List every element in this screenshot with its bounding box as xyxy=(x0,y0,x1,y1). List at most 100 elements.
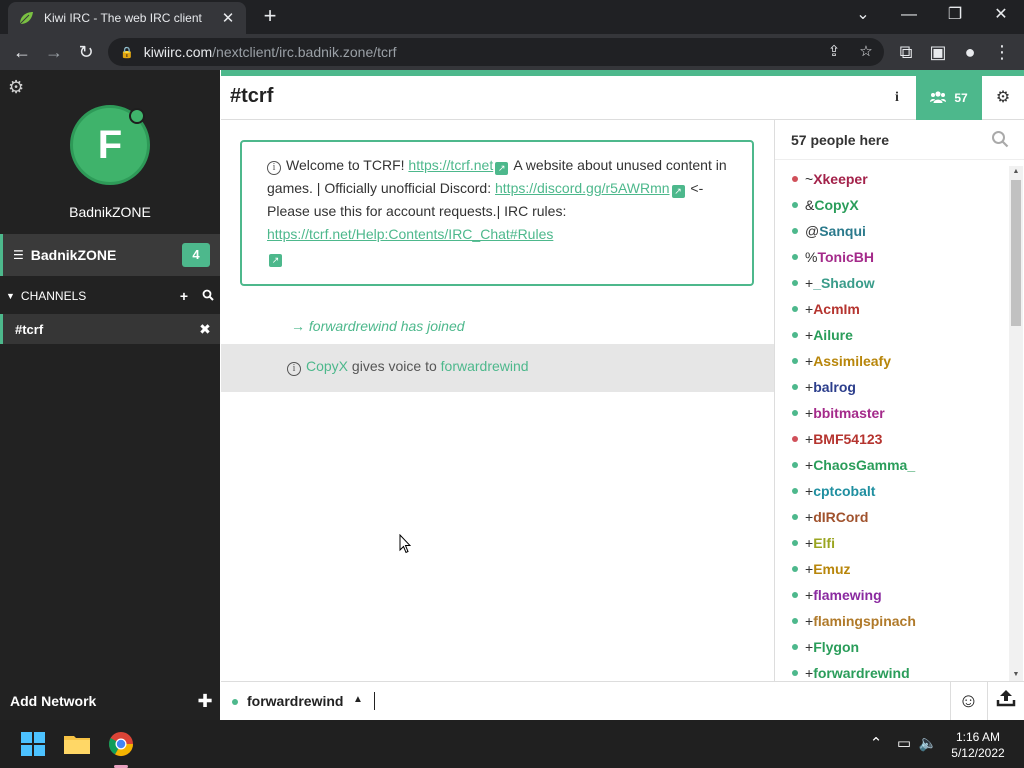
user-nick[interactable]: Xkeeper xyxy=(813,171,867,187)
list-item[interactable]: ~ Xkeeper xyxy=(775,166,1007,192)
list-item[interactable]: % TonicBH xyxy=(775,244,1007,270)
list-item[interactable]: + ChaosGamma_ xyxy=(775,452,1007,478)
reload-icon[interactable]: ↻ xyxy=(72,38,100,66)
windows-start-icon[interactable] xyxy=(17,728,49,760)
tab-close-icon[interactable]: ✕ xyxy=(220,9,236,27)
channels-header[interactable]: ▼ CHANNELS + xyxy=(0,282,220,310)
list-item[interactable]: + cptcobalt xyxy=(775,478,1007,504)
user-nick[interactable]: Assimileafy xyxy=(813,353,891,369)
scroll-up-icon[interactable]: ▲ xyxy=(1009,166,1023,178)
message-input[interactable] xyxy=(374,692,375,710)
user-nick[interactable]: Emuz xyxy=(813,561,850,577)
user-nick[interactable]: Flygon xyxy=(813,639,859,655)
user-nick[interactable]: forwardrewind xyxy=(813,665,909,681)
list-item[interactable]: + AcmIm xyxy=(775,296,1007,322)
user-nick[interactable]: dIRCord xyxy=(813,509,868,525)
address-bar[interactable]: 🔒 kiwiirc.com/nextclient/irc.badnik.zone… xyxy=(108,38,884,66)
list-item[interactable]: & CopyX xyxy=(775,192,1007,218)
user-nick[interactable]: cptcobalt xyxy=(813,483,875,499)
network-icon[interactable]: ▭ xyxy=(893,734,915,752)
status-dot xyxy=(792,514,798,520)
nick-link[interactable]: forwardrewind xyxy=(441,358,529,374)
list-item[interactable]: + Ailure xyxy=(775,322,1007,348)
user-nick[interactable]: flamingspinach xyxy=(813,613,916,629)
list-item[interactable]: + flamingspinach xyxy=(775,608,1007,634)
topic-link-discord[interactable]: https://discord.gg/r5AWRmn xyxy=(495,180,670,196)
minimize-button[interactable]: — xyxy=(886,0,932,32)
user-nick[interactable]: bbitmaster xyxy=(813,405,885,421)
search-channel-icon[interactable] xyxy=(196,288,220,304)
bookmark-star-icon[interactable]: ☆ xyxy=(854,42,878,62)
user-nick[interactable]: Elfi xyxy=(813,535,835,551)
menu-icon[interactable]: ⋮ xyxy=(988,38,1016,66)
chrome-icon[interactable] xyxy=(105,728,137,760)
add-channel-icon[interactable]: + xyxy=(172,288,196,304)
restore-button[interactable]: ❐ xyxy=(932,0,978,32)
user-nick[interactable]: ChaosGamma_ xyxy=(813,457,915,473)
sidebar-network-item[interactable]: ☰ BadnikZONE 4 xyxy=(0,234,220,276)
user-nick[interactable]: flamewing xyxy=(813,587,881,603)
emoji-icon[interactable]: ☺ xyxy=(950,682,986,721)
profile-icon[interactable]: ● xyxy=(956,38,984,66)
user-nick[interactable]: Ailure xyxy=(813,327,853,343)
kiwi-irc-app: ⚙ F BadnikZONE ☰ BadnikZONE 4 ▼ CHANNELS… xyxy=(0,70,1024,721)
sidebar-item-tcrf[interactable]: #tcrf ✖ xyxy=(0,314,220,344)
user-nick[interactable]: CopyX xyxy=(814,197,858,213)
scrollbar[interactable]: ▲ ▼ xyxy=(1009,166,1023,681)
close-window-button[interactable]: ✕ xyxy=(978,0,1024,32)
nick-link[interactable]: CopyX xyxy=(306,358,348,374)
list-item[interactable]: + flamewing xyxy=(775,582,1007,608)
user-nick[interactable]: BMF54123 xyxy=(813,431,882,447)
browser-tab[interactable]: Kiwi IRC - The web IRC client ✕ xyxy=(8,2,246,34)
external-link-icon[interactable]: ↗ xyxy=(495,162,509,175)
users-icon xyxy=(930,90,947,106)
list-item[interactable]: + dIRCord xyxy=(775,504,1007,530)
topic-link-tcrf[interactable]: https://tcrf.net xyxy=(408,157,493,173)
search-icon[interactable] xyxy=(991,130,1011,150)
user-nick[interactable]: _Shadow xyxy=(813,275,874,291)
list-item[interactable]: + forwardrewind xyxy=(775,660,1007,681)
volume-icon[interactable]: 🔈 xyxy=(917,734,939,752)
tab-title: Kiwi IRC - The web IRC client xyxy=(44,11,202,25)
forward-icon[interactable]: → xyxy=(40,38,68,66)
user-nick[interactable]: TonicBH xyxy=(817,249,874,265)
list-item[interactable]: + bbitmaster xyxy=(775,400,1007,426)
list-item[interactable]: + Emuz xyxy=(775,556,1007,582)
upload-icon[interactable] xyxy=(987,682,1024,721)
external-link-icon[interactable]: ↗ xyxy=(269,254,282,267)
settings-gear-icon[interactable]: ⚙ xyxy=(8,78,26,96)
user-nick[interactable]: Sanqui xyxy=(819,223,866,239)
list-item[interactable]: + balrog xyxy=(775,374,1007,400)
list-item[interactable]: + Elfi xyxy=(775,530,1007,556)
status-dot xyxy=(792,358,798,364)
scroll-thumb[interactable] xyxy=(1011,180,1021,326)
external-link-icon[interactable]: ↗ xyxy=(671,185,685,198)
scroll-down-icon[interactable]: ▼ xyxy=(1009,669,1023,681)
user-nick[interactable]: balrog xyxy=(813,379,856,395)
add-network-button[interactable]: Add Network ✚ xyxy=(0,682,220,720)
list-item[interactable]: + BMF54123 xyxy=(775,426,1007,452)
topic-link-rules[interactable]: https://tcrf.net/Help:Contents/IRC_Chat#… xyxy=(267,226,553,242)
taskbar-clock[interactable]: 1:16 AM 5/12/2022 xyxy=(938,729,1018,761)
caret-up-icon[interactable]: ▲ xyxy=(353,694,363,705)
new-tab-button[interactable]: + xyxy=(258,4,282,28)
status-dot xyxy=(792,462,798,468)
chevron-up-icon[interactable]: ⌃ xyxy=(865,734,887,752)
back-icon[interactable]: ← xyxy=(8,38,36,66)
tab-search-icon[interactable]: ⌄ xyxy=(840,0,886,32)
nicklist-toggle-button[interactable]: 57 xyxy=(916,76,982,120)
sidepanel-icon[interactable]: ▣ xyxy=(924,38,952,66)
list-item[interactable]: + Assimileafy xyxy=(775,348,1007,374)
extensions-icon[interactable]: ⧉ xyxy=(892,38,920,66)
file-explorer-icon[interactable] xyxy=(61,728,93,760)
status-dot xyxy=(792,254,798,260)
list-item[interactable]: @ Sanqui xyxy=(775,218,1007,244)
close-channel-icon[interactable]: ✖ xyxy=(190,321,220,338)
list-item[interactable]: + Flygon xyxy=(775,634,1007,660)
user-nick[interactable]: AcmIm xyxy=(813,301,860,317)
channel-settings-icon[interactable]: ⚙ xyxy=(983,76,1023,120)
channel-info-icon[interactable]: i xyxy=(881,76,913,120)
current-nick[interactable]: forwardrewind xyxy=(247,693,343,709)
share-icon[interactable]: ⇪ xyxy=(822,42,846,62)
list-item[interactable]: + _Shadow xyxy=(775,270,1007,296)
